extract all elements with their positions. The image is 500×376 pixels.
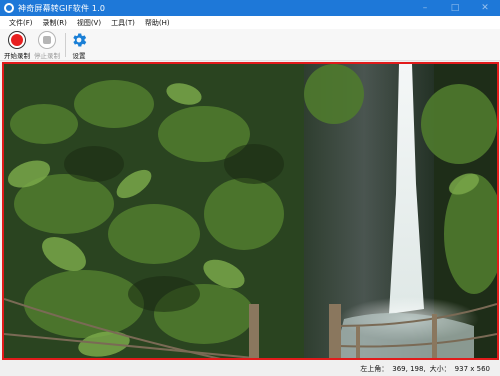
- window-title: 神奇屏幕转GIF软件 1.0: [18, 3, 106, 13]
- menu-record[interactable]: 录制(R): [38, 18, 72, 28]
- minimize-button[interactable]: –: [410, 0, 440, 16]
- capture-area[interactable]: [2, 62, 499, 360]
- capture-preview-image: [4, 64, 497, 358]
- menu-file[interactable]: 文件(F): [4, 18, 38, 28]
- position-value: 369, 198,: [392, 364, 426, 373]
- title-bar: 神奇屏幕转GIF软件 1.0 – □ ✕: [0, 0, 500, 16]
- settings-label: 设置: [72, 52, 86, 60]
- size-value: 937 x 560: [454, 364, 490, 373]
- size-label: 大小：: [429, 364, 451, 373]
- settings-button[interactable]: 设置: [70, 31, 88, 60]
- menu-bar: 文件(F) 录制(R) 视图(V) 工具(T) 帮助(H): [0, 16, 500, 29]
- record-icon: [8, 31, 26, 49]
- maximize-button[interactable]: □: [440, 0, 470, 16]
- window-controls: – □ ✕: [410, 0, 500, 16]
- toolbar-separator: [65, 33, 66, 57]
- menu-help[interactable]: 帮助(H): [140, 18, 175, 28]
- start-record-button[interactable]: 开始录制: [4, 31, 30, 60]
- stop-record-button[interactable]: 停止录制: [34, 31, 60, 60]
- position-label: 左上角：: [360, 364, 389, 373]
- toolbar: 开始录制 停止录制 设置: [0, 29, 500, 61]
- stop-record-label: 停止录制: [34, 52, 60, 60]
- menu-tools[interactable]: 工具(T): [106, 18, 140, 28]
- menu-view[interactable]: 视图(V): [72, 18, 106, 28]
- app-icon: [4, 3, 14, 13]
- gear-icon: [73, 33, 87, 47]
- close-button[interactable]: ✕: [470, 0, 500, 16]
- stop-icon: [38, 31, 56, 49]
- status-bar: 左上角： 369, 198, 大小： 937 x 560: [0, 361, 500, 376]
- start-record-label: 开始录制: [4, 52, 30, 60]
